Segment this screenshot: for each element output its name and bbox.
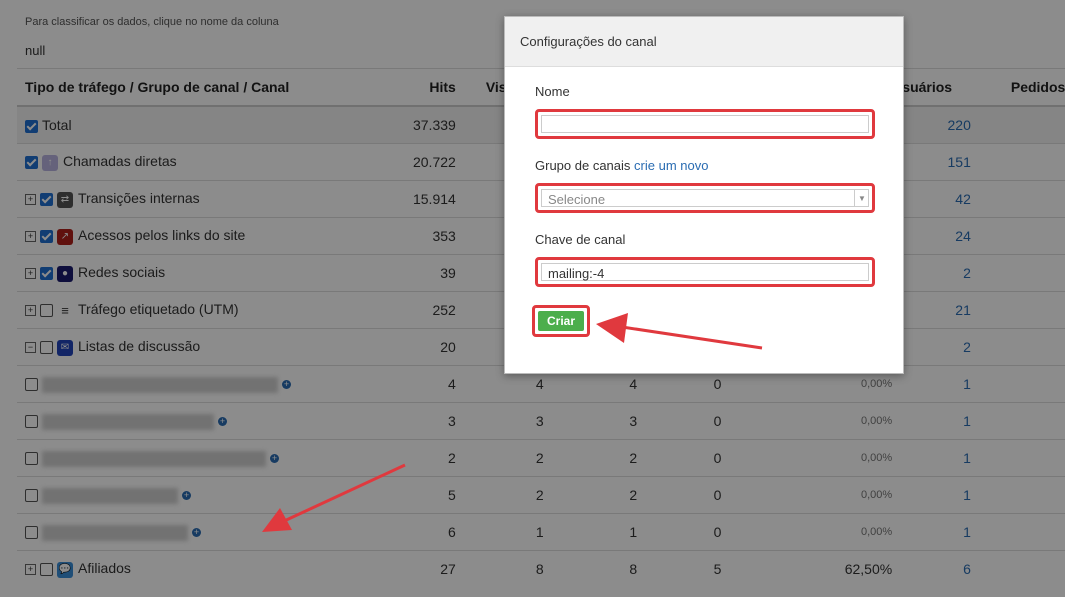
name-field-highlight [535,109,875,139]
name-label: Nome [535,84,570,99]
group-select[interactable]: Selecione [541,189,869,207]
create-button[interactable]: Criar [538,311,584,331]
group-label-text: Grupo de canais [535,158,631,173]
key-field-highlight: mailing:-4 [535,257,875,287]
group-label: Grupo de canais crie um novo [535,158,708,173]
key-label: Chave de canal [535,232,626,247]
channel-settings-modal: Configurações do canal Nome Grupo de can… [504,16,904,374]
channel-key-input[interactable]: mailing:-4 [541,263,869,281]
name-input[interactable] [541,115,869,133]
chevron-down-icon[interactable]: ▼ [854,189,869,207]
create-new-group-link[interactable]: crie um novo [634,158,708,173]
create-button-highlight: Criar [532,305,590,337]
group-field-highlight: Selecione ▼ [535,183,875,213]
modal-title: Configurações do canal [505,17,903,67]
